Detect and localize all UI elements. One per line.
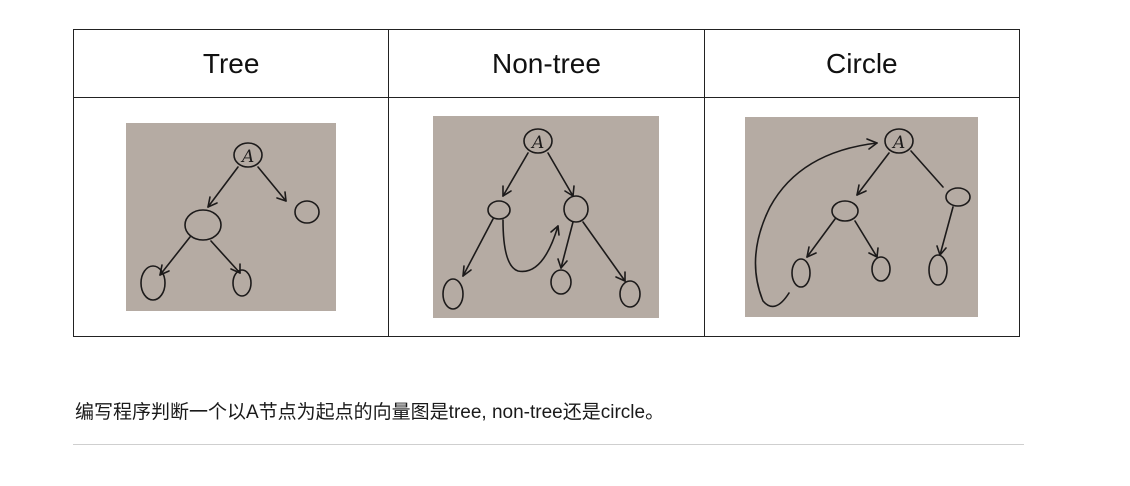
graph-type-table: Tree Non-tree Circle A A A	[72, 29, 1021, 337]
table-image-row: A A A	[72, 97, 1021, 337]
table-header-row: Tree Non-tree Circle	[72, 29, 1021, 98]
node-label: A	[240, 147, 254, 167]
non-tree-graph-sketch-icon: A	[442, 128, 642, 310]
cyclic-graph-sketch-icon: A	[755, 128, 972, 308]
header-non-tree: Non-tree	[388, 29, 705, 98]
non-tree-graph-photo: A	[433, 116, 660, 318]
tree-graph-sketch-icon: A	[140, 142, 320, 301]
tree-graph-photo: A	[126, 123, 337, 311]
cyclic-graph-photo: A	[745, 117, 979, 317]
cell-circle: A	[703, 97, 1021, 337]
question-text: 编写程序判断一个以A节点为起点的向量图是tree, non-tree还是circ…	[75, 402, 665, 423]
node-label: A	[530, 133, 544, 153]
cell-tree: A	[72, 97, 390, 337]
header-circle: Circle	[703, 29, 1021, 98]
divider	[73, 444, 1024, 445]
header-tree: Tree	[72, 29, 390, 98]
node-label: A	[891, 133, 905, 153]
cell-non-tree: A	[388, 97, 705, 337]
